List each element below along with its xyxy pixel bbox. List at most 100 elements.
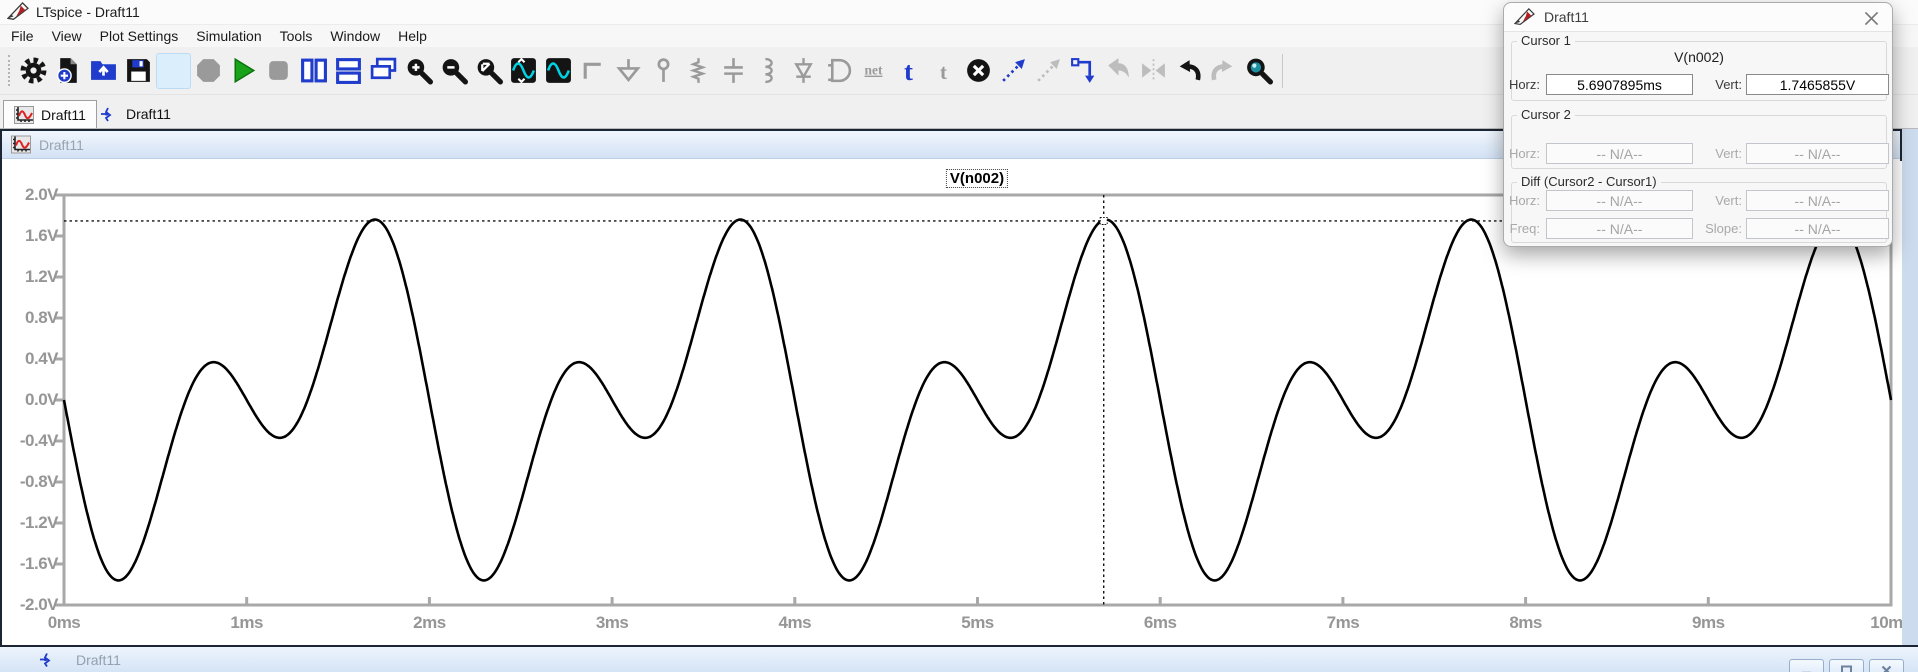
schematic-icon [99, 105, 119, 123]
y-axis-tick-label: 0.0V [4, 391, 58, 409]
run-button[interactable] [226, 53, 261, 89]
undo-button[interactable] [1171, 53, 1206, 89]
menu-simulation[interactable]: Simulation [187, 27, 270, 45]
menu-view[interactable]: View [43, 27, 91, 45]
place-text-button[interactable]: t [891, 53, 926, 89]
x-axis-tick-label: 5ms [942, 613, 1014, 633]
cursor2-horz-label: Horz: [1506, 146, 1540, 161]
mdi-right-strip [1902, 129, 1918, 645]
x-axis-tick-label: 7ms [1307, 613, 1379, 633]
tab-waveform-draft11[interactable]: Draft11 [3, 100, 97, 128]
y-axis-tick-label: 0.8V [4, 309, 58, 327]
halt-button [261, 53, 296, 89]
paste-button [1101, 53, 1136, 89]
place-inductor-button [751, 53, 786, 89]
cursor-dialog: Draft11 Cursor 1 V(n002) Horz: Vert: Cur… [1503, 2, 1893, 247]
plot-settings-button[interactable] [541, 53, 576, 89]
blank-toggled-button[interactable] [156, 53, 191, 89]
x-axis-tick-label: 9ms [1672, 613, 1744, 633]
delete-button[interactable] [961, 53, 996, 89]
minimize-button[interactable] [1789, 659, 1824, 672]
cascade-windows-button[interactable] [366, 53, 401, 89]
menu-file[interactable]: File [2, 27, 43, 45]
new-schematic-button[interactable] [51, 53, 86, 89]
window-controls [1789, 659, 1904, 672]
y-axis-tick-label: -1.6V [4, 555, 58, 573]
mirror-button [1136, 53, 1171, 89]
draw-wire-button [576, 53, 611, 89]
close-icon [1880, 665, 1893, 672]
diff-slope-value [1746, 218, 1889, 239]
menu-tools[interactable]: Tools [271, 27, 322, 45]
tile-horizontally-button[interactable] [331, 53, 366, 89]
dialog-close-button[interactable] [1863, 10, 1880, 27]
place-component-button [821, 53, 856, 89]
x-axis-tick-label: 6ms [1124, 613, 1196, 633]
y-axis-tick-label: -0.8V [4, 473, 58, 491]
diff-slope-label: Slope: [1694, 221, 1742, 236]
x-axis-tick-label: 3ms [576, 613, 648, 633]
place-diode-button [786, 53, 821, 89]
spice-directive-button: t [926, 53, 961, 89]
cursor1-marker[interactable] [1100, 217, 1107, 224]
y-axis-tick-label: 2.0V [4, 186, 58, 204]
place-net-label-button [646, 53, 681, 89]
place-ground-button [611, 53, 646, 89]
diff-group-label: Diff (Cursor2 - Cursor1) [1517, 174, 1661, 189]
waveform-window-title: Draft11 [39, 137, 84, 153]
move-button[interactable] [996, 53, 1031, 89]
diff-freq-value [1546, 218, 1693, 239]
cursor1-vert-label: Vert: [1700, 77, 1742, 92]
open-button[interactable] [86, 53, 121, 89]
control-panel-button[interactable] [16, 53, 51, 89]
y-axis-tick-label: 0.4V [4, 350, 58, 368]
restore-icon [1840, 665, 1853, 672]
zoom-out-button[interactable] [436, 53, 471, 89]
schematic-window-title: Draft11 [76, 652, 121, 668]
x-axis-tick-label: 8ms [1490, 613, 1562, 633]
svg-text:t: t [940, 62, 947, 84]
app-title: LTspice - Draft11 [36, 4, 140, 20]
cursor-dialog-title: Draft11 [1544, 9, 1589, 25]
copy-button [1031, 53, 1066, 89]
x-axis-tick-label: 2ms [393, 613, 465, 633]
cursor-dialog-titlebar[interactable]: Draft11 [1504, 3, 1892, 32]
close-button[interactable] [1869, 659, 1904, 672]
menu-window[interactable]: Window [321, 27, 389, 45]
diff-horz-label: Horz: [1506, 193, 1540, 208]
menu-plot-settings[interactable]: Plot Settings [91, 27, 188, 45]
cursor2-horz-value [1546, 143, 1693, 164]
cursor1-horz-value[interactable] [1546, 74, 1693, 95]
x-axis-tick-label: 1ms [211, 613, 283, 633]
drag-button[interactable] [1066, 53, 1101, 89]
y-axis-tick-label: -1.2V [4, 514, 58, 532]
toolbar-separator [1282, 54, 1283, 88]
find-button[interactable] [1241, 53, 1276, 89]
ltspice-application: LTspice - Draft11 FileViewPlot SettingsS… [0, 0, 1918, 672]
svg-text:net: net [865, 63, 883, 78]
save-button[interactable] [121, 53, 156, 89]
y-axis-tick-label: 1.6V [4, 227, 58, 245]
plot-trace-title[interactable]: V(n002) [946, 169, 1008, 188]
cursor1-vert-value[interactable] [1746, 74, 1889, 95]
zoom-in-button[interactable] [401, 53, 436, 89]
cursor2-group-label: Cursor 2 [1517, 107, 1575, 122]
svg-text:t: t [904, 56, 913, 85]
x-axis-tick-label: 0ms [28, 613, 100, 633]
menu-help[interactable]: Help [389, 27, 436, 45]
diff-freq-label: Freq: [1506, 221, 1540, 236]
tab-label: Draft11 [126, 106, 171, 122]
zoom-to-fit-button[interactable] [471, 53, 506, 89]
cursor1-horz-label: Horz: [1506, 77, 1540, 92]
x-axis-tick-label: 4ms [759, 613, 831, 633]
ltspice-logo-icon [7, 2, 29, 22]
tile-vertically-button[interactable] [296, 53, 331, 89]
restore-button[interactable] [1829, 659, 1864, 672]
ltspice-logo-icon [1514, 8, 1535, 27]
autorange-y-axis-button[interactable] [506, 53, 541, 89]
y-axis-tick-label: -2.0V [4, 596, 58, 614]
tab-schematic-draft11[interactable]: Draft11 [89, 100, 181, 128]
schematic-icon [38, 650, 58, 669]
cursor1-signal-name: V(n002) [1512, 49, 1886, 65]
schematic-window-titlebar[interactable]: Draft11 [0, 645, 1918, 672]
